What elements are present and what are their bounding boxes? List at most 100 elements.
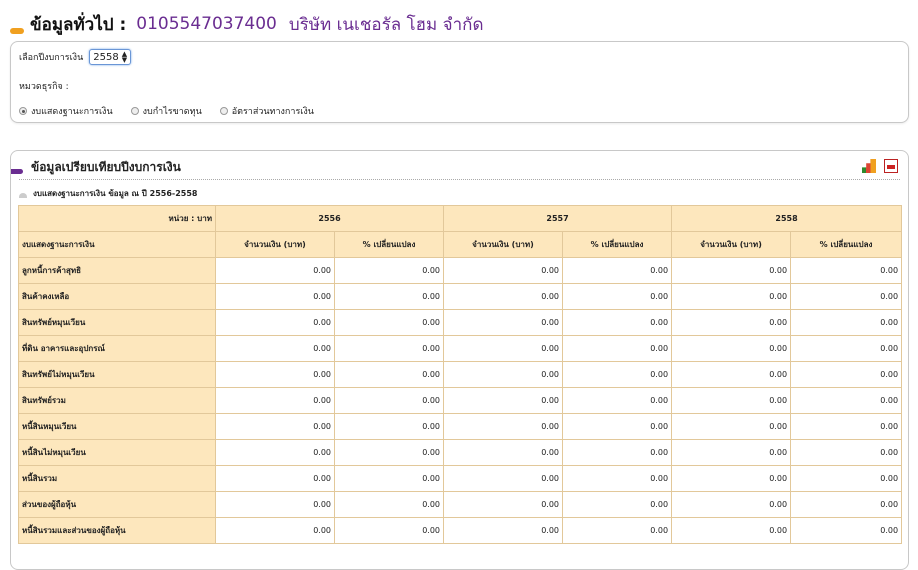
amount-cell: 0.00 xyxy=(671,413,792,440)
table-row: สินทรัพย์รวม 0.00 0.00 0.00 0.00 0.00 0.00 xyxy=(18,387,903,414)
comparison-title: ข้อมูลเปรียบเทียบปีงบการเงิน xyxy=(31,160,181,174)
financial-table: หน่วย : บาท 2556 2557 2558 งบแสดงฐานะการ… xyxy=(18,205,903,544)
amount-cell: 0.00 xyxy=(443,491,564,518)
row-label: ลูกหนี้การค้าสุทธิ xyxy=(18,257,216,284)
amount-cell: 0.00 xyxy=(443,517,564,544)
divider xyxy=(19,179,900,180)
amount-cell: 0.00 xyxy=(443,465,564,492)
change-cell: 0.00 xyxy=(562,413,673,440)
row-label: ที่ดิน อาคารและอุปกรณ์ xyxy=(18,335,216,362)
radio-income-statement[interactable]: งบกำไรขาดทุน xyxy=(130,104,202,118)
page-header: ข้อมูลทั่วไป : 0105547037400 บริษัท เนเช… xyxy=(10,10,910,38)
bar-chart-icon[interactable] xyxy=(862,159,876,173)
change-cell: 0.00 xyxy=(562,491,673,518)
change-cell: 0.00 xyxy=(333,335,445,362)
amount-cell: 0.00 xyxy=(443,283,564,310)
change-cell: 0.00 xyxy=(333,491,445,518)
row-label: สินค้าคงเหลือ xyxy=(18,283,216,310)
amount-cell: 0.00 xyxy=(215,465,335,492)
amount-cell: 0.00 xyxy=(215,335,335,362)
amount-cell: 0.00 xyxy=(215,283,335,310)
table-row: สินค้าคงเหลือ 0.00 0.00 0.00 0.00 0.00 0.00 xyxy=(18,283,903,310)
year-header: 2557 xyxy=(443,205,673,232)
col-change: % เปลี่ยนแปลง xyxy=(333,231,445,258)
pdf-icon[interactable] xyxy=(884,159,898,173)
amount-cell: 0.00 xyxy=(215,413,335,440)
table-subtitle: งบแสดงฐานะการเงิน ข้อมูล ณ ปี 2556-2558 xyxy=(19,187,197,200)
change-cell: 0.00 xyxy=(562,309,673,336)
amount-cell: 0.00 xyxy=(671,335,792,362)
change-cell: 0.00 xyxy=(790,335,903,362)
amount-cell: 0.00 xyxy=(671,465,792,492)
col-change: % เปลี่ยนแปลง xyxy=(790,231,903,258)
radio-unchecked-icon xyxy=(130,107,139,115)
row-label: หนี้สินรวมและส่วนของผู้ถือหุ้น xyxy=(18,517,216,544)
radio-financial-ratios[interactable]: อัตราส่วนทางการเงิน xyxy=(219,104,314,118)
page-title: ข้อมูลทั่วไป : xyxy=(30,14,127,35)
change-cell: 0.00 xyxy=(790,257,903,284)
change-cell: 0.00 xyxy=(333,413,445,440)
change-cell: 0.00 xyxy=(562,465,673,492)
change-cell: 0.00 xyxy=(790,465,903,492)
table-row: หนี้สินไม่หมุนเวียน 0.00 0.00 0.00 0.00 0.00 0… xyxy=(18,439,903,466)
change-cell: 0.00 xyxy=(562,361,673,388)
amount-cell: 0.00 xyxy=(443,257,564,284)
table-row: สินทรัพย์ไม่หมุนเวียน 0.00 0.00 0.00 0.00 0.0… xyxy=(18,361,903,388)
row-label: ส่วนของผู้ถือหุ้น xyxy=(18,491,216,518)
report-type-radios: งบแสดงฐานะการเงิน งบกำไรขาดทุน อัตราส่วน… xyxy=(19,104,332,118)
row-label: หนี้สินไม่หมุนเวียน xyxy=(18,439,216,466)
row-label: หนี้สินรวม xyxy=(18,465,216,492)
table-row: หนี้สินรวม 0.00 0.00 0.00 0.00 0.00 0.00 xyxy=(18,465,903,492)
amount-cell: 0.00 xyxy=(443,309,564,336)
year-header: 2556 xyxy=(214,205,445,232)
change-cell: 0.00 xyxy=(562,387,673,414)
subtitle-text: งบแสดงฐานะการเงิน ข้อมูล ณ ปี 2556-2558 xyxy=(33,189,198,198)
change-cell: 0.00 xyxy=(333,361,445,388)
row-label: สินทรัพย์หมุนเวียน xyxy=(18,309,216,336)
change-cell: 0.00 xyxy=(333,465,445,492)
change-cell: 0.00 xyxy=(790,361,903,388)
row-label: สินทรัพย์รวม xyxy=(18,387,216,414)
amount-cell: 0.00 xyxy=(671,517,792,544)
radio-unchecked-icon xyxy=(219,107,228,115)
amount-cell: 0.00 xyxy=(215,361,335,388)
amount-cell: 0.00 xyxy=(215,517,335,544)
change-cell: 0.00 xyxy=(333,257,445,284)
change-cell: 0.00 xyxy=(562,283,673,310)
radio-label: งบกำไรขาดทุน xyxy=(142,107,202,117)
amount-cell: 0.00 xyxy=(443,361,564,388)
change-cell: 0.00 xyxy=(790,387,903,414)
comparison-panel: ข้อมูลเปรียบเทียบปีงบการเงิน งบแสดงฐานะก… xyxy=(10,150,909,570)
radio-label: งบแสดงฐานะการเงิน xyxy=(31,107,113,117)
change-cell: 0.00 xyxy=(562,257,673,284)
change-cell: 0.00 xyxy=(333,387,445,414)
change-cell: 0.00 xyxy=(790,439,903,466)
col-amount: จำนวนเงิน (บาท) xyxy=(215,231,335,258)
amount-cell: 0.00 xyxy=(215,309,335,336)
amount-cell: 0.00 xyxy=(215,387,335,414)
amount-cell: 0.00 xyxy=(671,309,792,336)
amount-cell: 0.00 xyxy=(671,439,792,466)
header-accent xyxy=(10,28,24,34)
table-header-years: หน่วย : บาท 2556 2557 2558 xyxy=(18,205,903,232)
amount-cell: 0.00 xyxy=(443,413,564,440)
radio-label: อัตราส่วนทางการเงิน xyxy=(231,107,314,117)
year-label: เลือกปีงบการเงิน xyxy=(19,53,84,63)
table-row: ลูกหนี้การค้าสุทธิ 0.00 0.00 0.00 0.00 0.00 0.… xyxy=(18,257,903,284)
change-cell: 0.00 xyxy=(790,413,903,440)
amount-cell: 0.00 xyxy=(443,335,564,362)
export-icons xyxy=(862,159,898,173)
comparison-header: ข้อมูลเปรียบเทียบปีงบการเงิน xyxy=(11,157,908,179)
change-cell: 0.00 xyxy=(562,439,673,466)
row-label: สินทรัพย์ไม่หมุนเวียน xyxy=(18,361,216,388)
table-header-columns: งบแสดงฐานะการเงิน จำนวนเงิน (บาท) % เปลี… xyxy=(18,231,903,258)
radio-balance-sheet[interactable]: งบแสดงฐานะการเงิน xyxy=(19,104,113,118)
change-cell: 0.00 xyxy=(790,309,903,336)
amount-cell: 0.00 xyxy=(671,283,792,310)
amount-cell: 0.00 xyxy=(443,439,564,466)
amount-cell: 0.00 xyxy=(671,387,792,414)
row-header: งบแสดงฐานะการเงิน xyxy=(18,231,216,258)
year-select[interactable]: 2558 ▲ ▼ xyxy=(89,49,132,65)
row-label: หนี้สินหมุนเวียน xyxy=(18,413,216,440)
table-row: ส่วนของผู้ถือหุ้น 0.00 0.00 0.00 0.00 0.00 0.0… xyxy=(18,491,903,518)
